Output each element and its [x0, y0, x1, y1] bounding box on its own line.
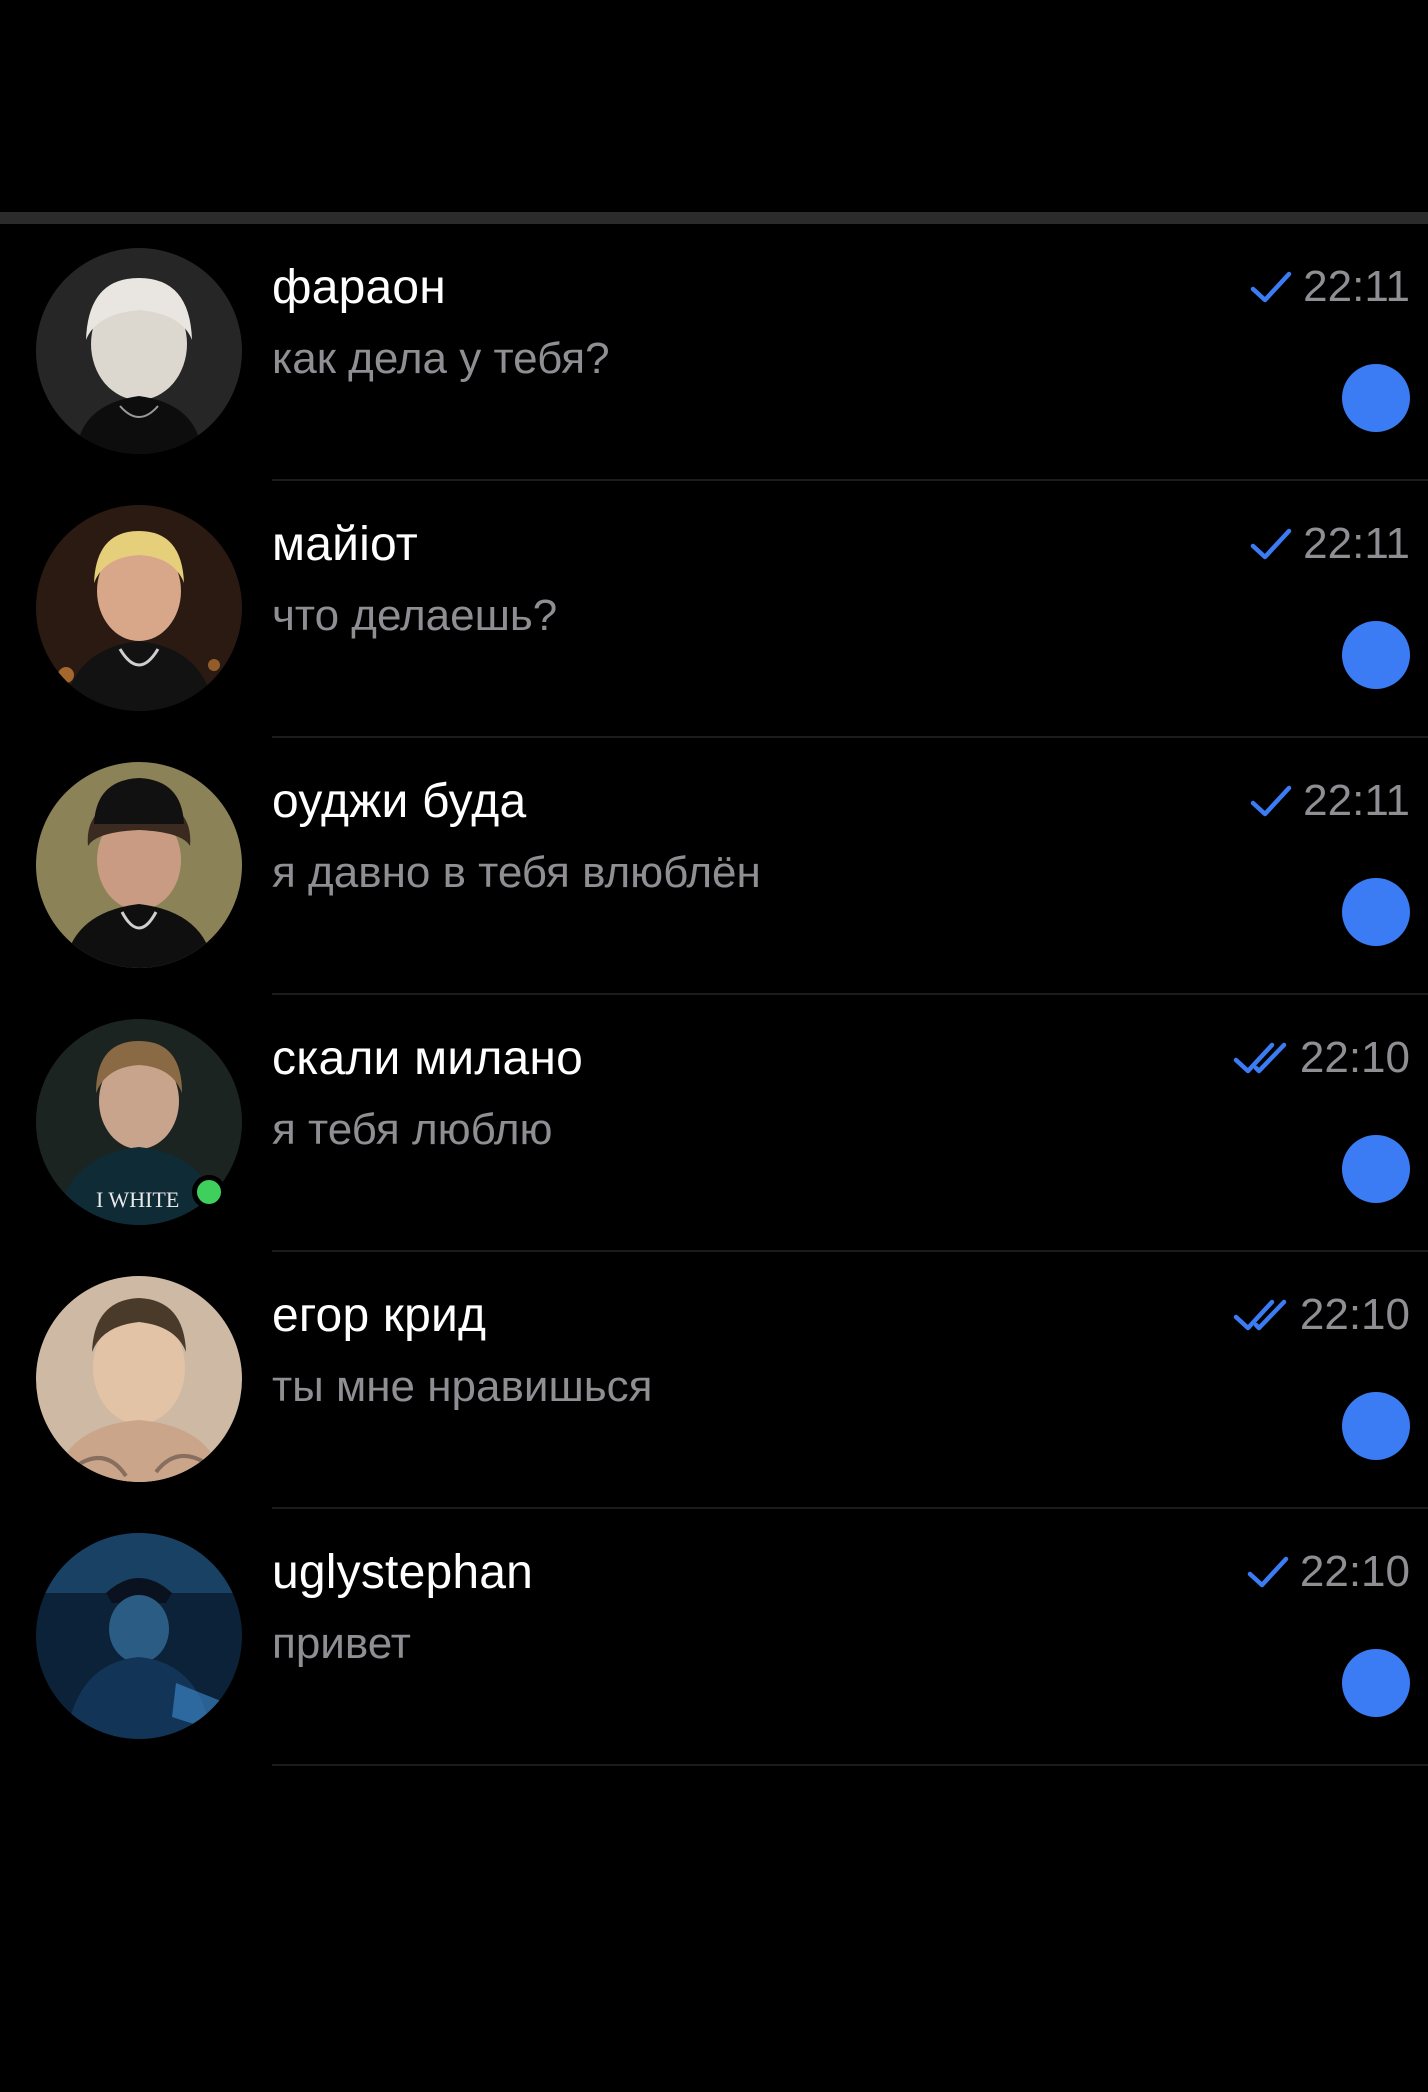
avatar[interactable]: [36, 1276, 242, 1482]
unread-indicator: [1342, 1649, 1410, 1717]
chat-row-2[interactable]: майіот что делаешь? 22:11: [0, 481, 1428, 738]
chat-name: егор крид: [272, 1289, 487, 1342]
avatar-shirt-text: I WHITE: [96, 1187, 179, 1212]
message-meta: 22:11: [1249, 262, 1410, 312]
unread-indicator: [1342, 1135, 1410, 1203]
message-time: 22:10: [1299, 1290, 1410, 1339]
single-check-icon: [1250, 271, 1292, 303]
message-meta: 22:10: [1246, 1547, 1410, 1597]
chat-row-4[interactable]: I WHITE скали милано я тебя люблю 22:10: [0, 995, 1428, 1252]
message-preview: что делаешь?: [272, 591, 558, 640]
message-meta: 22:10: [1232, 1033, 1410, 1083]
message-time: 22:11: [1303, 776, 1410, 825]
chat-list: фараон как дела у тебя? 22:11 майіот что…: [0, 224, 1428, 1766]
chat-name: оуджи буда: [272, 775, 527, 828]
chat-name: скали милано: [272, 1032, 584, 1085]
single-check-icon: [1250, 528, 1292, 560]
unread-indicator: [1342, 1392, 1410, 1460]
chat-name: uglystephan: [272, 1546, 534, 1599]
chat-row-3[interactable]: оуджи буда я давно в тебя влюблён 22:11: [0, 738, 1428, 995]
message-preview: я давно в тебя влюблён: [272, 848, 761, 897]
message-preview: ты мне нравишься: [272, 1362, 653, 1411]
avatar[interactable]: [36, 1533, 242, 1739]
chat-name: фараон: [272, 261, 446, 314]
double-check-icon: [1233, 1042, 1287, 1074]
message-meta: 22:10: [1232, 1290, 1410, 1340]
single-check-icon: [1250, 785, 1292, 817]
unread-indicator: [1342, 364, 1410, 432]
message-time: 22:11: [1303, 262, 1410, 311]
message-meta: 22:11: [1249, 776, 1410, 826]
message-preview: привет: [272, 1619, 411, 1668]
chat-name: майіот: [272, 518, 418, 571]
header-area: [0, 0, 1428, 212]
chat-row-5[interactable]: егор крид ты мне нравишься 22:10: [0, 1252, 1428, 1509]
unread-indicator: [1342, 878, 1410, 946]
message-time: 22:10: [1299, 1547, 1410, 1596]
header-divider: [0, 212, 1428, 224]
message-time: 22:10: [1299, 1033, 1410, 1082]
chat-row-6[interactable]: uglystephan привет 22:10: [0, 1509, 1428, 1766]
row-divider: [272, 1764, 1428, 1766]
double-check-icon: [1233, 1299, 1287, 1331]
unread-indicator: [1342, 621, 1410, 689]
message-time: 22:11: [1303, 519, 1410, 568]
chat-row-1[interactable]: фараон как дела у тебя? 22:11: [0, 224, 1428, 481]
online-indicator: [192, 1175, 226, 1209]
single-check-icon: [1247, 1556, 1289, 1588]
message-meta: 22:11: [1249, 519, 1410, 569]
message-preview: я тебя люблю: [272, 1105, 553, 1154]
avatar[interactable]: [36, 762, 242, 968]
avatar[interactable]: [36, 505, 242, 711]
avatar[interactable]: [36, 248, 242, 454]
message-preview: как дела у тебя?: [272, 334, 610, 383]
